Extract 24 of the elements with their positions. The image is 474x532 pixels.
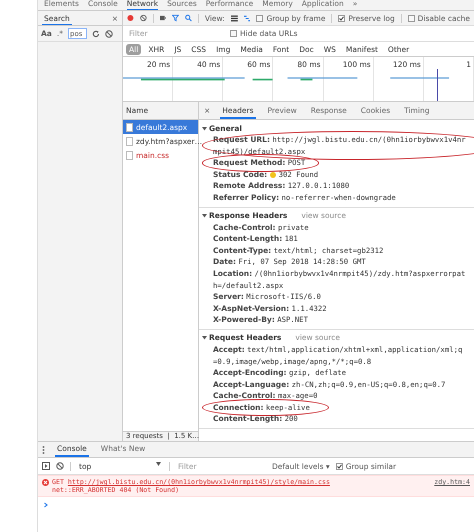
waterfall-icon[interactable] — [244, 14, 250, 22]
expand-triangle-icon[interactable] — [202, 335, 207, 340]
search-icon[interactable] — [185, 14, 192, 22]
record-icon[interactable] — [127, 14, 134, 22]
more-icon[interactable] — [42, 446, 45, 454]
sidebar-toggle-icon[interactable] — [42, 462, 50, 470]
refresh-icon[interactable] — [92, 30, 100, 38]
expand-triangle-icon[interactable] — [202, 126, 207, 130]
clear-icon[interactable] — [105, 30, 114, 38]
checkbox[interactable] — [230, 30, 237, 37]
filter-icon[interactable] — [172, 14, 180, 22]
timeline-cursor — [437, 69, 438, 101]
checkbox[interactable] — [256, 14, 264, 22]
clear-icon[interactable] — [140, 14, 147, 22]
checkbox[interactable] — [338, 14, 346, 22]
checkbox[interactable] — [408, 14, 415, 22]
checkbox[interactable] — [336, 462, 343, 470]
expand-triangle-icon[interactable] — [202, 213, 207, 218]
error-icon — [42, 479, 49, 486]
camera-icon[interactable] — [160, 15, 166, 21]
clear-icon[interactable] — [56, 462, 64, 470]
dropdown-caret-icon — [156, 462, 161, 466]
prompt-icon[interactable] — [43, 502, 49, 508]
list-view-icon[interactable] — [230, 14, 238, 22]
